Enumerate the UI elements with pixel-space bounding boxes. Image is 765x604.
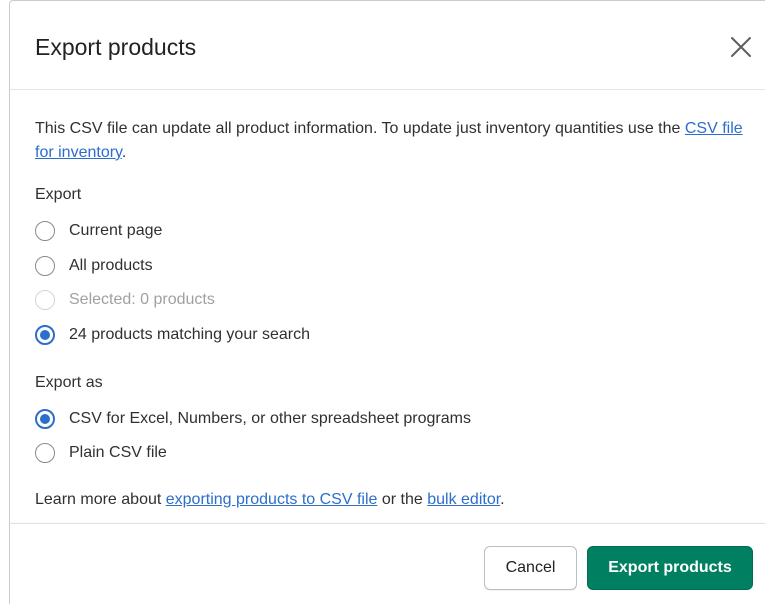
radio-circle-checked[interactable] (35, 325, 55, 345)
radio-circle[interactable] (35, 221, 55, 241)
modal-header: Export products (10, 1, 765, 90)
modal-description: This CSV file can update all product inf… (35, 120, 743, 161)
radio-circle[interactable] (35, 443, 55, 463)
cancel-button[interactable]: Cancel (484, 546, 577, 590)
close-button[interactable] (727, 33, 755, 61)
radio-circle[interactable] (35, 256, 55, 276)
export-section-label: Export (35, 186, 82, 203)
radio-all-products[interactable]: All products (35, 254, 153, 278)
radio-csv-excel[interactable]: CSV for Excel, Numbers, or other spreads… (35, 407, 471, 431)
close-icon (731, 37, 751, 57)
radio-matching-search[interactable]: 24 products matching your search (35, 323, 310, 347)
export-products-button[interactable]: Export products (587, 546, 753, 590)
radio-current-page[interactable]: Current page (35, 219, 162, 243)
export-as-section-label: Export as (35, 374, 103, 391)
bulk-editor-link[interactable]: bulk editor (427, 491, 500, 508)
exporting-products-link[interactable]: exporting products to CSV file (166, 491, 378, 508)
export-products-modal: Export products This CSV file can update… (9, 0, 765, 604)
radio-selected-products: Selected: 0 products (35, 288, 215, 312)
modal-title: Export products (35, 34, 197, 60)
modal-footer: Cancel Export products (10, 523, 765, 604)
learn-more-text: Learn more about exporting products to C… (35, 491, 505, 508)
radio-plain-csv[interactable]: Plain CSV file (35, 441, 167, 465)
radio-circle-checked[interactable] (35, 409, 55, 429)
radio-circle (35, 290, 55, 310)
